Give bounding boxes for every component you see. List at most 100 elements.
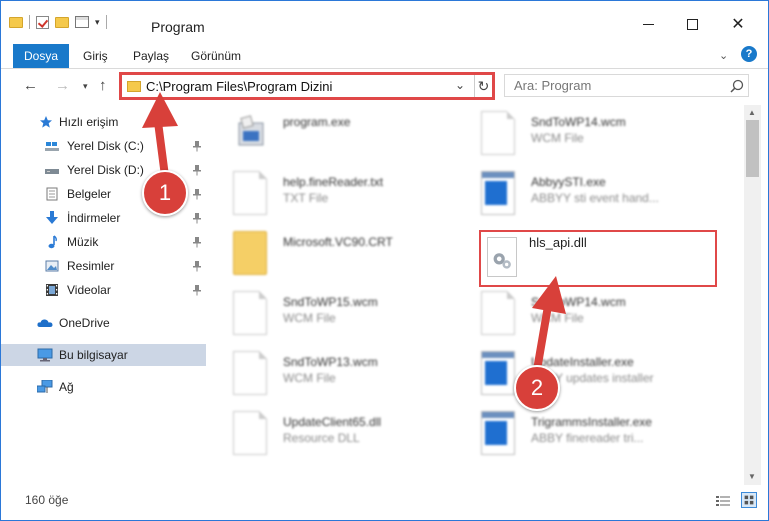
new-folder-icon[interactable] — [55, 16, 69, 28]
drive-d-icon — [45, 169, 59, 174]
list-item[interactable]: Microsoft.VC90.CRT — [233, 227, 473, 283]
pin-icon[interactable] — [192, 140, 202, 152]
scroll-down-icon[interactable]: ▼ — [748, 472, 756, 481]
large-icons-view-icon[interactable] — [741, 492, 757, 508]
file-icon — [233, 291, 267, 335]
network-icon — [37, 380, 53, 393]
expand-ribbon-chevron-icon[interactable]: ⌄ — [719, 49, 728, 62]
exe-icon — [481, 351, 515, 395]
folder-icon — [9, 16, 23, 28]
up-arrow-icon[interactable]: ↑ — [99, 77, 107, 94]
file-type: TXT File — [283, 191, 329, 205]
close-button[interactable]: ✕ — [715, 9, 761, 39]
sidebar-item-onedrive[interactable]: OneDrive — [1, 312, 206, 334]
scrollbar-thumb[interactable] — [746, 120, 759, 177]
chevron-down-icon[interactable]: ▾ — [95, 17, 100, 28]
dll-gear-icon — [487, 237, 517, 277]
forward-arrow-icon[interactable]: → — [55, 77, 70, 94]
recent-locations-chevron-icon[interactable]: ▾ — [83, 81, 88, 92]
sidebar-item-drive-c[interactable]: Yerel Disk (C:) — [1, 135, 206, 157]
details-view-icon[interactable] — [716, 495, 730, 507]
drive-c-icon — [45, 142, 59, 151]
sidebar-item-label: Yerel Disk (C:) — [67, 139, 144, 153]
customize-icon[interactable] — [75, 16, 89, 28]
file-type: WCM File — [531, 311, 584, 325]
sidebar-item-label: Resimler — [67, 259, 115, 273]
exe-icon — [481, 171, 515, 215]
videos-icon — [46, 284, 58, 296]
tab-file[interactable]: Dosya — [13, 44, 69, 68]
minimize-button[interactable] — [625, 9, 671, 39]
ribbon-tabs: Dosya Giriş Paylaş Görünüm — [1, 44, 768, 68]
divider — [105, 15, 107, 29]
list-item[interactable]: program.exe — [233, 107, 473, 163]
file-name: TrigrammsInstaller.exe — [531, 415, 652, 429]
pin-icon[interactable] — [192, 164, 202, 176]
sidebar-item-label: İndirmeler — [67, 211, 121, 225]
properties-check-icon[interactable] — [36, 15, 49, 29]
address-bar[interactable]: C:\Program Files\Program Dizini ⌄ ↻ — [119, 72, 495, 100]
sidebar-item-label: Bu bilgisayar — [59, 348, 128, 362]
tab-view[interactable]: Görünüm — [181, 44, 251, 68]
search-input[interactable] — [505, 75, 725, 96]
scroll-up-icon[interactable]: ▲ — [748, 108, 756, 117]
search-box[interactable] — [504, 74, 749, 97]
pin-icon[interactable] — [192, 236, 202, 248]
pin-icon[interactable] — [192, 212, 202, 224]
sidebar-item-videos[interactable]: Videolar — [1, 279, 206, 301]
pin-icon[interactable] — [192, 260, 202, 272]
music-icon — [48, 235, 57, 249]
maximize-icon — [686, 18, 698, 30]
file-type: ABBYY sti event hand... — [531, 191, 659, 205]
downloads-icon — [46, 211, 58, 224]
sidebar-item-label: Belgeler — [67, 187, 112, 201]
chevron-down-icon[interactable]: ⌄ — [455, 78, 465, 92]
help-icon[interactable]: ? — [741, 46, 757, 62]
file-icon — [233, 351, 267, 395]
file-explorer-window: ▾ Program ✕ Dosya Giriş Paylaş Görünüm ⌄… — [0, 0, 769, 521]
text-file-icon — [233, 171, 267, 215]
address-path[interactable]: C:\Program Files\Program Dizini — [146, 79, 332, 94]
pin-icon[interactable] — [192, 284, 202, 296]
navigation-pane: Hızlı erişim Yerel Disk (C:) Yerel Disk … — [1, 105, 206, 485]
item-count: 160 öğe — [25, 493, 69, 507]
sidebar-item-quick-access[interactable]: Hızlı erişim — [1, 111, 206, 133]
file-name: SndToWP14.wcm — [531, 115, 626, 129]
sidebar-item-this-pc[interactable]: Bu bilgisayar — [1, 344, 206, 366]
sidebar-item-pictures[interactable]: Resimler — [1, 255, 206, 277]
file-name: help.fineReader.txt — [283, 175, 384, 189]
highlighted-dll-file[interactable]: hls_api.dll — [479, 230, 717, 287]
minimize-icon — [642, 23, 654, 25]
documents-icon — [46, 187, 58, 201]
file-icon — [481, 111, 515, 155]
sidebar-item-network[interactable]: Ağ — [1, 376, 206, 398]
list-item[interactable]: TrigrammsInstaller.exe ABBY finereader t… — [481, 407, 721, 463]
file-name: SndToWP14.wcm — [531, 295, 626, 309]
list-item[interactable]: SndToWP13.wcm WCM File — [233, 347, 473, 403]
list-item[interactable]: AbbyySTI.exe ABBYY sti event hand... — [481, 167, 721, 223]
list-item[interactable]: help.fineReader.txt TXT File — [233, 167, 473, 223]
tab-home[interactable]: Giriş — [73, 44, 118, 68]
tab-share[interactable]: Paylaş — [123, 44, 179, 68]
file-name: SndToWP15.wcm — [283, 295, 378, 309]
divider — [29, 15, 30, 29]
quick-access-toolbar: ▾ — [9, 15, 107, 29]
exe-icon — [481, 411, 515, 455]
file-name: SndToWP13.wcm — [283, 355, 378, 369]
list-item[interactable]: SndToWP15.wcm WCM File — [233, 287, 473, 343]
vertical-scrollbar[interactable]: ▲ ▼ — [744, 105, 761, 485]
sidebar-item-music[interactable]: Müzik — [1, 231, 206, 253]
step-2-badge: 2 — [514, 365, 560, 411]
list-item[interactable]: UpdateClient65.dll Resource DLL — [233, 407, 473, 463]
list-item[interactable]: SndToWP14.wcm WCM File — [481, 107, 721, 163]
pictures-icon — [45, 260, 59, 272]
status-bar: 160 öğe — [1, 487, 768, 520]
file-type: ABBY finereader tri... — [531, 431, 644, 445]
back-arrow-icon[interactable]: ← — [23, 77, 38, 94]
sidebar-item-label: Müzik — [67, 235, 99, 249]
list-item[interactable]: SndToWP14.wcm WCM File — [481, 287, 721, 343]
maximize-button[interactable] — [669, 9, 715, 39]
refresh-icon[interactable]: ↻ — [474, 75, 492, 97]
pin-icon[interactable] — [192, 188, 202, 200]
search-icon[interactable] — [729, 78, 745, 94]
